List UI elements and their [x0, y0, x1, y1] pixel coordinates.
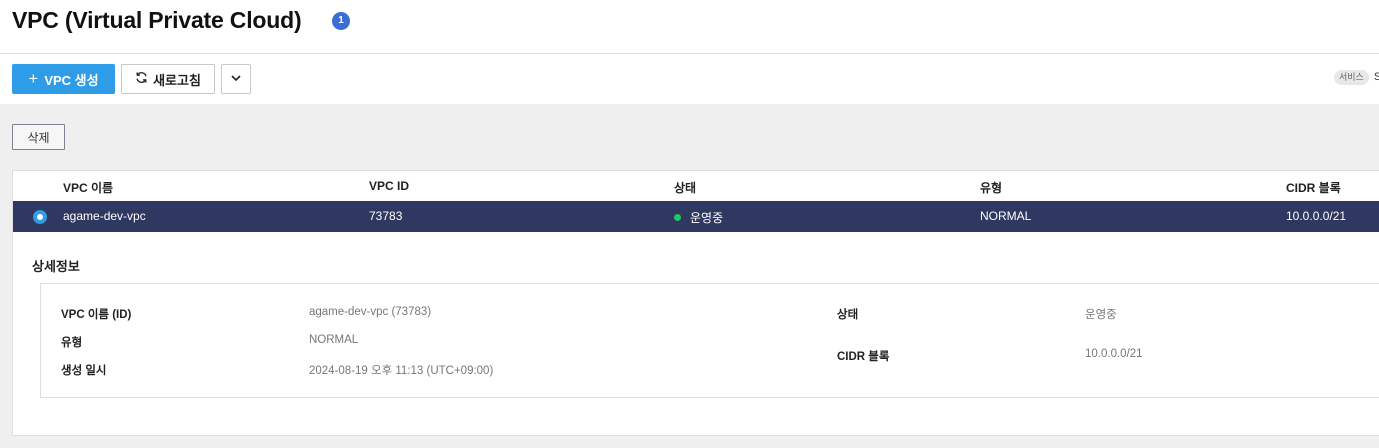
detail-label-type: 유형	[61, 337, 83, 349]
refresh-label: 새로고침	[153, 72, 201, 88]
page-title: VPC (Virtual Private Cloud)	[12, 7, 302, 33]
detail-value-created: 2024-08-19 오후 11:13 (UTC+09:00)	[309, 365, 494, 377]
column-header-status: 상태	[674, 181, 697, 195]
column-header-cidr: CIDR 블록	[1286, 181, 1341, 195]
cell-type: NORMAL	[980, 209, 1032, 223]
column-header-id: VPC ID	[369, 179, 410, 193]
more-actions-button[interactable]	[221, 64, 251, 94]
column-header-type: 유형	[980, 181, 1003, 195]
service-tag[interactable]: 서비스	[1334, 70, 1369, 85]
table-row[interactable]: agame-dev-vpc 73783 운영중 NORMAL 10.0.0.0/…	[13, 201, 1379, 232]
detail-label-status: 상태	[837, 309, 859, 321]
detail-title: 상세정보	[32, 259, 80, 274]
chevron-down-icon	[230, 72, 242, 87]
service-tag-value: S	[1374, 71, 1379, 83]
cell-vpc-name: agame-dev-vpc	[63, 209, 146, 223]
create-vpc-label: VPC 생성	[44, 72, 99, 88]
detail-value-cidr: 10.0.0.0/21	[1085, 348, 1143, 360]
column-header-name: VPC 이름	[63, 181, 114, 195]
content-area: 삭제 VPC 이름 VPC ID 상태 유형 CIDR 블록 agame-dev…	[0, 104, 1379, 448]
vpc-table: VPC 이름 VPC ID 상태 유형 CIDR 블록 agame-dev-vp…	[12, 170, 1379, 436]
count-badge: 1	[332, 12, 350, 30]
detail-label-name-id: VPC 이름 (ID)	[61, 309, 132, 321]
toolbar: + VPC 생성 새로고침 서비스 S	[0, 54, 1379, 104]
table-header: VPC 이름 VPC ID 상태 유형 CIDR 블록	[13, 171, 1379, 201]
detail-value-name-id: agame-dev-vpc (73783)	[309, 306, 432, 318]
page-header: VPC (Virtual Private Cloud) 1	[0, 0, 1379, 54]
detail-value-status: 운영중	[1085, 309, 1117, 321]
refresh-button[interactable]: 새로고침	[121, 64, 215, 94]
detail-value-type: NORMAL	[309, 334, 359, 346]
cell-status: 운영중	[674, 209, 723, 226]
cell-vpc-id: 73783	[369, 209, 403, 223]
detail-panel: VPC 이름 (ID) agame-dev-vpc (73783) 유형 NOR…	[40, 283, 1379, 398]
cell-status-label: 운영중	[690, 211, 724, 225]
detail-label-created: 생성 일시	[61, 365, 107, 377]
create-vpc-button[interactable]: + VPC 생성	[12, 64, 115, 94]
radio-selected-icon[interactable]	[33, 210, 47, 224]
status-dot-icon	[674, 214, 681, 221]
delete-button[interactable]: 삭제	[12, 124, 65, 150]
refresh-icon	[135, 71, 148, 87]
plus-icon: +	[28, 69, 39, 88]
cell-cidr: 10.0.0.0/21	[1286, 209, 1347, 223]
detail-label-cidr: CIDR 블록	[837, 351, 890, 363]
